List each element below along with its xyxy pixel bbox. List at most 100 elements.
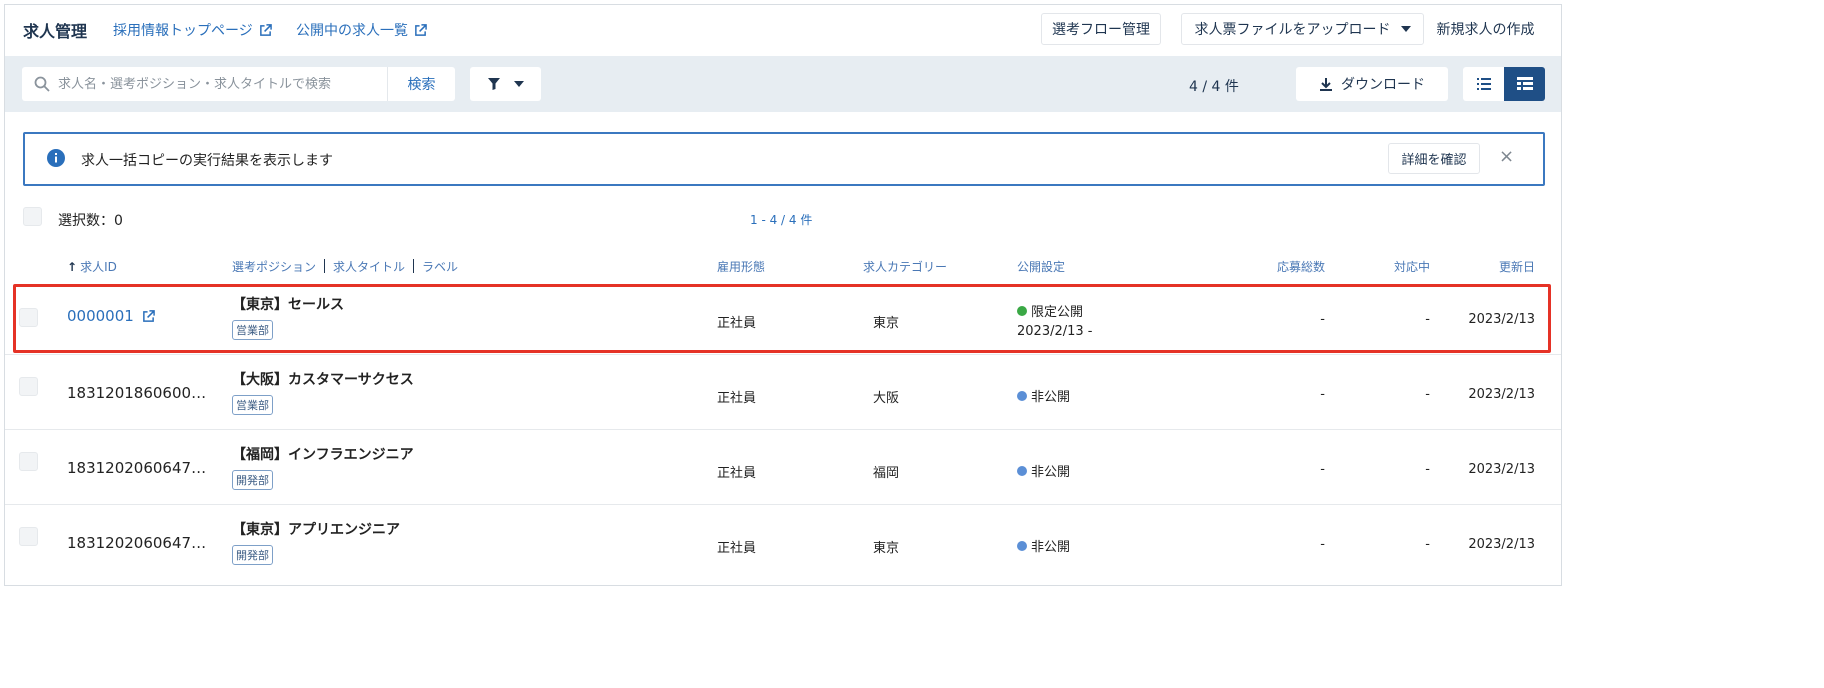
updated-date: 2023/2/13	[1468, 312, 1535, 327]
chevron-down-icon	[513, 81, 524, 87]
page-title: 求人管理	[23, 22, 88, 41]
column-header-publish[interactable]: 公開設定	[1017, 258, 1065, 275]
download-label: ダウンロード	[1341, 77, 1425, 93]
result-count: 4 / 4 件	[1189, 79, 1239, 95]
upload-job-file-label: 求人票ファイルをアップロード	[1194, 22, 1391, 38]
table-row[interactable]: 1831202060647… 【東京】アプリエンジニア 開発部 正社員 東京 非…	[5, 505, 1561, 580]
column-separator	[413, 259, 415, 273]
publish-status: 非公開	[1017, 536, 1070, 555]
table-row[interactable]: 0000001 【東京】セールス 営業部 正社員 東京 限定公開 2023/2/…	[5, 280, 1561, 355]
job-title[interactable]: 【東京】アプリエンジニア	[232, 519, 400, 539]
employment-type: 正社員	[717, 466, 757, 481]
job-id[interactable]: 1831202060647…	[67, 459, 206, 477]
table-icon	[1516, 77, 1533, 90]
filter-icon	[487, 78, 500, 90]
info-icon	[47, 149, 65, 167]
selection-flow-button[interactable]: 選考フロー管理	[1041, 13, 1161, 45]
search-button[interactable]: 検索	[387, 67, 455, 101]
job-category: 東京	[873, 541, 900, 556]
view-details-button[interactable]: 詳細を確認	[1388, 143, 1480, 174]
column-header-applicants[interactable]: 応募総数	[1245, 258, 1325, 275]
job-title[interactable]: 【福岡】インフラエンジニア	[232, 444, 414, 464]
job-id: 0000001	[67, 307, 134, 325]
sort-ascending-icon: ↑	[67, 260, 78, 274]
column-header-id[interactable]: ↑ 求人ID	[67, 258, 117, 275]
external-link-icon	[142, 309, 155, 322]
download-icon	[1320, 77, 1332, 91]
job-title[interactable]: 【大阪】カスタマーサクセス	[232, 369, 414, 389]
upload-job-file-button[interactable]: 求人票ファイルをアップロード	[1181, 13, 1424, 45]
chevron-down-icon	[1400, 26, 1411, 32]
create-job-button[interactable]: 新規求人の作成	[1429, 13, 1542, 45]
job-id-link[interactable]: 0000001	[67, 307, 155, 325]
job-id[interactable]: 1831201860600…	[67, 384, 206, 402]
job-id[interactable]: 1831202060647…	[67, 534, 206, 552]
notice-message: 求人一括コピーの実行結果を表示します	[81, 153, 333, 169]
table-row[interactable]: 1831201860600… 【大阪】カスタマーサクセス 営業部 正社員 大阪 …	[5, 355, 1561, 430]
selected-count: 選択数：0	[58, 213, 123, 229]
column-header-id-label: 求人ID	[80, 260, 117, 274]
publish-status-label: 非公開	[1031, 540, 1071, 555]
status-dot-icon	[1017, 390, 1027, 401]
department-tag: 営業部	[232, 320, 273, 340]
recruit-top-link[interactable]: 採用情報トップページ	[113, 20, 272, 40]
table-row[interactable]: 1831202060647… 【福岡】インフラエンジニア 開発部 正社員 福岡 …	[5, 430, 1561, 505]
external-link-icon	[259, 23, 272, 36]
page-header: 求人管理 採用情報トップページ 公開中の求人一覧 選考フロー管理 求人票ファイル…	[5, 5, 1561, 55]
applicants-count: -	[1320, 537, 1325, 552]
employment-type: 正社員	[717, 541, 757, 556]
row-checkbox[interactable]	[19, 377, 38, 396]
column-header-category[interactable]: 求人カテゴリー	[863, 258, 947, 275]
column-header-position[interactable]: 選考ポジション	[232, 260, 316, 274]
row-checkbox[interactable]	[19, 452, 38, 471]
updated-date: 2023/2/13	[1468, 387, 1535, 402]
column-header-in-progress[interactable]: 対応中	[1355, 258, 1430, 275]
employment-type: 正社員	[717, 391, 757, 406]
applicants-count: -	[1320, 462, 1325, 477]
in-progress-count: -	[1425, 462, 1430, 477]
updated-date: 2023/2/13	[1468, 462, 1535, 477]
column-header-updated[interactable]: 更新日	[1455, 258, 1535, 275]
in-progress-count: -	[1425, 312, 1430, 327]
open-jobs-link-label: 公開中の求人一覧	[296, 23, 408, 39]
search-icon	[34, 76, 50, 92]
job-title[interactable]: 【東京】セールス	[232, 294, 344, 314]
column-header-position-title-label: 選考ポジション 求人タイトル ラベル	[232, 258, 458, 275]
job-management-page: 求人管理 採用情報トップページ 公開中の求人一覧 選考フロー管理 求人票ファイル…	[4, 4, 1562, 586]
publish-status: 非公開	[1017, 461, 1070, 480]
search-input[interactable]	[58, 76, 378, 92]
job-category: 大阪	[873, 391, 900, 406]
table-view-button[interactable]	[1504, 67, 1545, 101]
applicants-count: -	[1320, 312, 1325, 327]
column-header-label[interactable]: ラベル	[422, 260, 458, 274]
in-progress-count: -	[1425, 387, 1430, 402]
recruit-top-link-label: 採用情報トップページ	[113, 23, 253, 39]
select-all-checkbox[interactable]	[23, 207, 42, 226]
column-separator	[324, 259, 326, 273]
department-tag: 営業部	[232, 395, 273, 415]
in-progress-count: -	[1425, 537, 1430, 552]
row-checkbox[interactable]	[19, 527, 38, 546]
publish-status: 非公開	[1017, 386, 1070, 405]
list-view-button[interactable]	[1463, 67, 1504, 101]
status-dot-icon	[1017, 465, 1027, 476]
download-button[interactable]: ダウンロード	[1296, 67, 1448, 101]
updated-date: 2023/2/13	[1468, 537, 1535, 552]
status-dot-icon	[1017, 540, 1027, 551]
publish-status: 限定公開	[1017, 301, 1083, 320]
open-jobs-link[interactable]: 公開中の求人一覧	[296, 20, 427, 40]
publish-status-label: 限定公開	[1031, 305, 1084, 320]
employment-type: 正社員	[717, 316, 757, 331]
publish-status-label: 非公開	[1031, 465, 1071, 480]
copy-result-notice: 求人一括コピーの実行結果を表示します 詳細を確認 ×	[23, 132, 1545, 186]
status-dot-icon	[1017, 305, 1027, 316]
close-icon[interactable]: ×	[1499, 146, 1514, 167]
filter-button[interactable]	[470, 67, 541, 101]
column-header-job-title[interactable]: 求人タイトル	[333, 260, 405, 274]
column-header-employment[interactable]: 雇用形態	[717, 258, 765, 275]
job-category: 福岡	[873, 466, 900, 481]
department-tag: 開発部	[232, 545, 273, 565]
toolbar: 検索 4 / 4 件 ダウンロード	[5, 56, 1561, 112]
publish-status-label: 非公開	[1031, 390, 1071, 405]
row-checkbox[interactable]	[19, 308, 38, 327]
